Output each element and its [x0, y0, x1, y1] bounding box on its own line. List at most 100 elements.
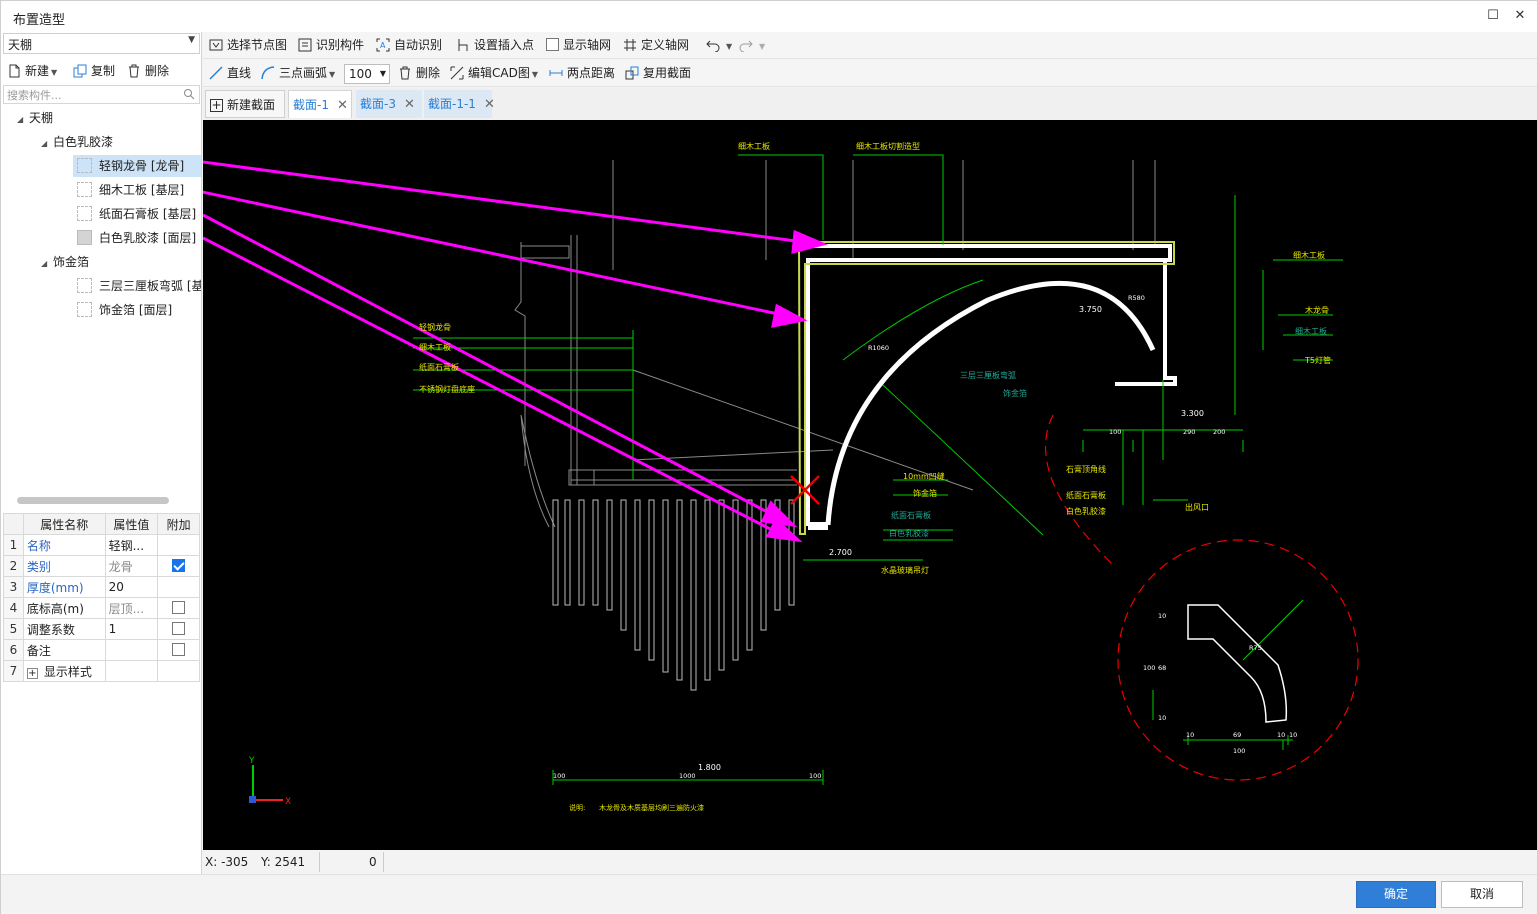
- arc-tool-button[interactable]: 三点画弧 ▼: [261, 62, 335, 84]
- title-bar: 布置造型 ☐ ✕: [1, 1, 1537, 32]
- label-mid-3: 饰金箔: [913, 488, 937, 498]
- tree-item-label: 细木工板 [基层]: [99, 183, 185, 197]
- dim-10: 100: [1233, 747, 1245, 755]
- search-input[interactable]: 搜索构件...: [3, 85, 200, 104]
- tree-root-ceiling[interactable]: ◢ 天棚: [17, 107, 53, 129]
- delete-button[interactable]: 删除: [127, 60, 169, 82]
- insert-point-label: 设置插入点: [474, 38, 535, 52]
- maximize-icon[interactable]: ☐: [1484, 7, 1502, 25]
- tree-group-latex-paint[interactable]: ◢ 白色乳胶漆: [41, 131, 113, 153]
- tree-item-blockboard[interactable]: 细木工板 [基层]: [77, 179, 184, 201]
- delete-tool-button[interactable]: 删除: [398, 62, 440, 84]
- layer-swatch-icon: [77, 158, 92, 173]
- edit-cad-button[interactable]: 编辑CAD图 ▼: [450, 62, 538, 84]
- property-value[interactable]: [104, 639, 159, 661]
- axis-indicator-icon: Y X: [248, 756, 291, 807]
- status-divider: [319, 852, 320, 872]
- property-value[interactable]: 1: [104, 618, 159, 640]
- expand-plus-icon[interactable]: +: [26, 667, 38, 679]
- property-row[interactable]: 7 + 显示样式: [3, 660, 200, 682]
- auto-identify-button[interactable]: A 自动识别: [376, 34, 442, 56]
- close-tab-icon[interactable]: ✕: [404, 97, 415, 112]
- chandelier-rods: [552, 499, 795, 691]
- close-icon[interactable]: ✕: [1511, 7, 1529, 25]
- copy-icon: [73, 64, 87, 78]
- row-index: 1: [3, 534, 24, 556]
- tree-item-gold-foil[interactable]: 饰金箔 [面层]: [77, 299, 172, 321]
- ok-button[interactable]: 确定: [1356, 881, 1436, 908]
- dropdown-arrow-icon: ▼: [329, 70, 336, 79]
- left-toolbar: 新建 ▼ 复制 删除: [1, 59, 201, 83]
- tree-scrollbar[interactable]: [17, 497, 169, 504]
- zoom-select[interactable]: 100 ▼: [344, 62, 390, 84]
- dim-13: 100: [1143, 664, 1155, 672]
- property-name: 厚度(mm): [22, 576, 106, 598]
- tab-section-1-1[interactable]: 截面-1-1 ✕: [424, 90, 495, 118]
- insert-point-button[interactable]: 设置插入点: [456, 34, 534, 56]
- new-section-button[interactable]: + 新建截面: [205, 90, 285, 118]
- tree-item-light-steel-keel[interactable]: 轻钢龙骨 [龙骨]: [73, 155, 201, 177]
- extra-checkbox[interactable]: [172, 601, 186, 614]
- header-value: 属性值: [104, 513, 159, 535]
- close-tab-icon[interactable]: ✕: [484, 97, 495, 112]
- dim-11: 10: [1158, 612, 1166, 620]
- new-button[interactable]: 新建 ▼: [7, 60, 57, 82]
- property-row[interactable]: 6 备注: [3, 639, 200, 661]
- property-name-text: 显示样式: [43, 664, 92, 679]
- property-row[interactable]: 1 名称 轻钢...: [3, 534, 200, 556]
- extra-checkbox[interactable]: [172, 559, 186, 572]
- measure-distance-button[interactable]: 两点距离: [549, 62, 615, 84]
- property-row[interactable]: 3 厚度(mm) 20: [3, 576, 200, 598]
- select-node-button[interactable]: 选择节点图: [209, 34, 287, 56]
- property-row[interactable]: 4 底标高(m) 层顶...: [3, 597, 200, 619]
- copy-button[interactable]: 复制: [73, 60, 115, 82]
- tree-item-gypsum-board[interactable]: 纸面石膏板 [基层]: [77, 203, 196, 225]
- show-axis-checkbox[interactable]: [546, 38, 559, 51]
- tree-item-latex-paint[interactable]: 白色乳胶漆 [面层]: [77, 227, 196, 249]
- property-extra: [157, 576, 200, 598]
- property-value[interactable]: 层顶...: [104, 597, 159, 619]
- label-left-1: 细木工板: [419, 342, 451, 352]
- tab-section-3[interactable]: 截面-3 ✕: [356, 90, 422, 118]
- property-value[interactable]: 轻钢...: [104, 534, 159, 556]
- chevron-down-icon: ▼: [379, 68, 386, 78]
- trash-icon: [129, 64, 139, 78]
- show-axis-toggle[interactable]: 显示轴网: [546, 34, 611, 56]
- property-value[interactable]: 20: [104, 576, 159, 598]
- new-section-label: 新建截面: [227, 98, 276, 112]
- cad-canvas[interactable]: 细木工板 细木工板切割造型 细木工板 木龙骨 细木工板 T5灯管 轻钢龙骨 细木…: [203, 120, 1537, 850]
- dropdown-arrow-icon: ▼: [759, 42, 766, 51]
- redo-button[interactable]: ▼: [739, 34, 765, 56]
- identify-component-button[interactable]: 识别构件: [298, 34, 364, 56]
- define-axis-button[interactable]: 定义轴网: [623, 34, 689, 56]
- cancel-button[interactable]: 取消: [1441, 881, 1523, 908]
- label-right-0: 细木工板: [1293, 250, 1325, 260]
- label-mid-5: 白色乳胶漆: [889, 528, 929, 538]
- property-table: 属性名称 属性值 附加 1 名称 轻钢... 2 类别 龙骨 3 厚度(mm) …: [3, 513, 200, 682]
- property-value[interactable]: 龙骨: [104, 555, 159, 577]
- reuse-section-button[interactable]: 复用截面: [625, 62, 691, 84]
- distance-label: 两点距离: [567, 66, 616, 80]
- property-row[interactable]: 2 类别 龙骨: [3, 555, 200, 577]
- label-detail-2: 白色乳胶漆: [1066, 506, 1106, 516]
- extra-checkbox[interactable]: [172, 643, 186, 656]
- close-tab-icon[interactable]: ✕: [337, 98, 348, 113]
- define-axis-label: 定义轴网: [641, 38, 690, 52]
- arc-icon: [261, 66, 275, 80]
- tree-group-gold-foil[interactable]: ◢ 饰金箔: [41, 251, 89, 273]
- type-select[interactable]: 天棚 ▼: [3, 33, 200, 54]
- label-top-0: 细木工板: [738, 141, 770, 151]
- status-bar: X: -305 Y: 2541 0: [203, 850, 1537, 874]
- property-row[interactable]: 5 调整系数 1: [3, 618, 200, 640]
- extra-checkbox[interactable]: [172, 622, 186, 635]
- elevation-2: 2.700: [829, 548, 852, 557]
- status-divider: [383, 852, 384, 872]
- delete-tool-label: 删除: [416, 66, 441, 80]
- auto-identify-icon: A: [376, 38, 390, 52]
- line-tool-button[interactable]: 直线: [209, 62, 251, 84]
- tab-section-1[interactable]: 截面-1 ✕: [288, 90, 352, 118]
- property-value: [104, 660, 159, 682]
- tree-item-plywood-arc[interactable]: 三层三厘板弯弧 [基: [77, 275, 201, 297]
- undo-button[interactable]: ▼: [706, 34, 732, 56]
- cad-drawing: 细木工板 细木工板切割造型 细木工板 木龙骨 细木工板 T5灯管 轻钢龙骨 细木…: [203, 141, 1359, 812]
